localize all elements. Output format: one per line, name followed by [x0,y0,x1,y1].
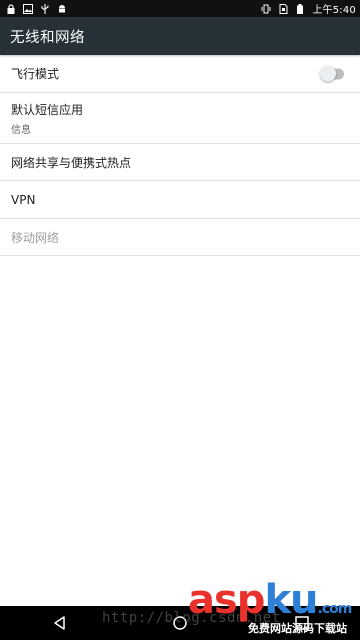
airplane-mode-text: 飞行模式 [11,65,59,82]
app-bar: 无线和网络 [0,17,360,55]
mobile-network-text: 移动网络 [11,229,59,246]
vpn-item[interactable]: VPN [0,181,360,219]
settings-list: 飞行模式 默认短信应用 信息 网络共享与便携式热点 VPN 移动网络 [0,55,360,256]
lock-icon [6,3,16,14]
logo-caption: 免费网站源码下载站 [248,622,347,635]
default-sms-summary: 信息 [11,124,31,136]
usb-icon [40,3,50,14]
back-icon[interactable] [52,615,68,631]
default-sms-item[interactable]: 默认短信应用 信息 [0,93,360,144]
airplane-mode-title: 飞行模式 [11,67,60,81]
mobile-network-item: 移动网络 [0,219,360,256]
image-icon [23,3,33,14]
switch-thumb [320,65,336,82]
default-sms-text: 默认短信应用 信息 [11,101,83,136]
airplane-mode-switch[interactable] [320,65,344,82]
default-sms-title: 默认短信应用 [11,102,84,117]
airplane-mode-item[interactable]: 飞行模式 [0,55,360,93]
status-time: 上午5:40 [312,5,356,16]
vibrate-icon [261,4,271,14]
status-bar: 上午5:40 [0,0,360,17]
tethering-item[interactable]: 网络共享与便携式热点 [0,144,360,181]
page-title: 无线和网络 [10,29,85,46]
status-left-icons [6,3,67,14]
battery-icon [295,3,305,14]
vpn-text: VPN [11,193,35,207]
logo-part-com: .com [317,601,353,617]
mobile-network-title: 移动网络 [11,230,60,245]
tethering-text: 网络共享与便携式热点 [11,154,131,171]
android-icon [57,4,67,14]
sim-icon [278,3,288,14]
logo-part-asp: asp [188,577,265,623]
vpn-title: VPN [11,192,36,207]
tethering-title: 网络共享与便携式热点 [11,155,132,170]
status-right-icons: 上午5:40 [261,1,356,16]
logo-part-ku: ku [264,577,318,623]
